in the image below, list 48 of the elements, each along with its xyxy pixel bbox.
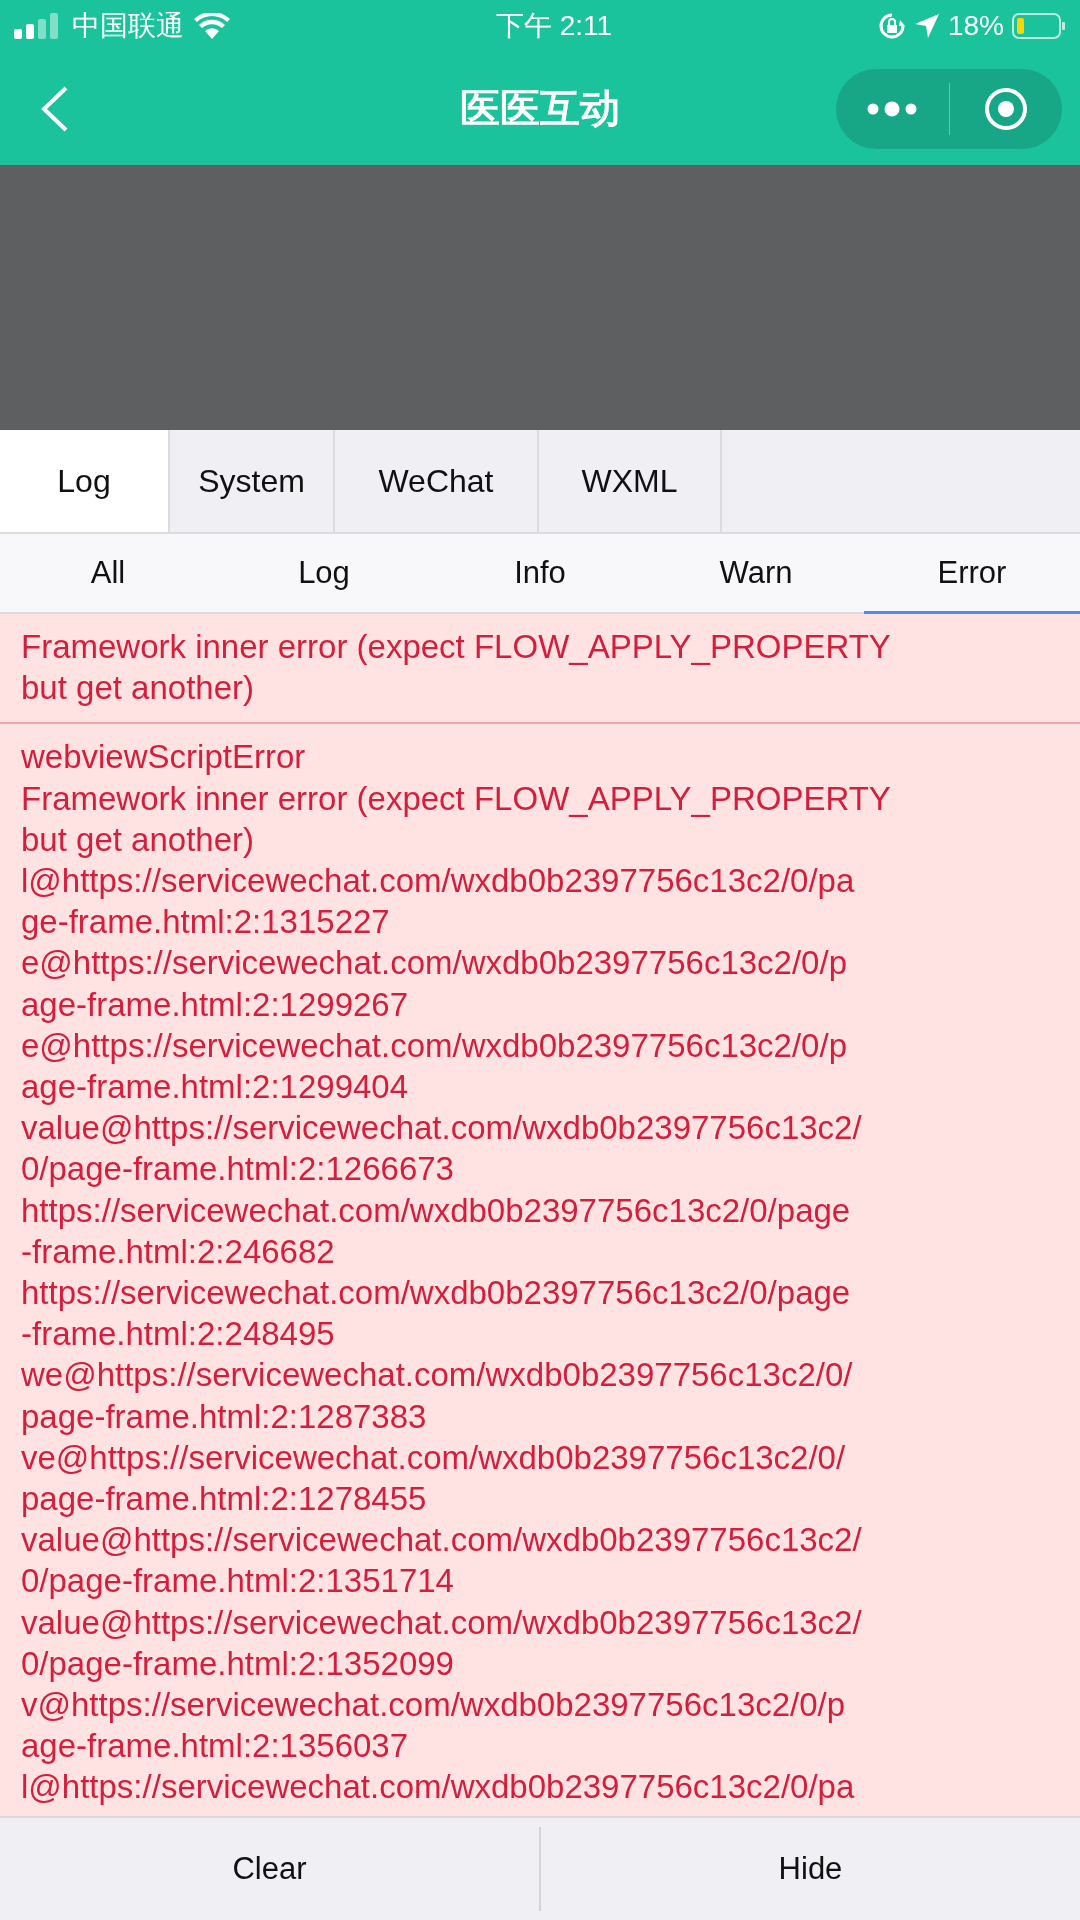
log-line: ge-frame.html:2:1315227 xyxy=(21,902,391,943)
log-line: l@https://servicewechat.com/wxdb0b2397756c13c2/0/pa xyxy=(21,1767,856,1808)
log-line: l@https://servicewechat.com/wxdb0b2397756c13c2/0/pa xyxy=(21,861,856,901)
log-line: 0/page-frame.html:2:1266673 xyxy=(21,1149,455,1190)
log-line: page-frame.html:2:1287383 xyxy=(21,1396,428,1437)
tab[interactable]: System xyxy=(170,430,335,532)
tab[interactable]: WeChat xyxy=(335,430,539,532)
log-line: Framework inner error (expect FLOW_APPLY_PROPERTY xyxy=(21,778,892,819)
log-line: value@https://servicewechat.com/wxdb0b2397756c13c2/ xyxy=(21,1520,863,1561)
clock-time: 下午 2:11 xyxy=(495,10,613,41)
more-icon[interactable] xyxy=(867,100,918,117)
log-line: 0/page-frame.html:2:1351714 xyxy=(21,1561,455,1602)
log-line: https://servicewechat.com/wxdb0b2397756c13c2/0/page xyxy=(21,1273,852,1314)
log-line: age-frame.html:2:1299404 xyxy=(21,1067,410,1108)
log-line: but get another) xyxy=(21,668,255,709)
log-line: v@https://servicewechat.com/wxdb0b2397756c13c2/0/p xyxy=(21,1685,847,1726)
battery-icon xyxy=(1012,13,1066,39)
tab[interactable]: WXML xyxy=(539,430,722,532)
log-line: but get another) xyxy=(21,819,255,860)
filter-tab[interactable]: Info xyxy=(432,534,648,614)
log-line: age-frame.html:2:1356037 xyxy=(21,1726,410,1767)
log-line: ve@https://servicewechat.com/wxdb0b2397756c13c2/0/ xyxy=(21,1437,847,1478)
close-icon[interactable] xyxy=(982,85,1029,132)
log-line: 0/page-frame.html:2:1352099 xyxy=(21,1643,455,1684)
log-line: page-frame.html:2:1278455 xyxy=(21,1479,428,1520)
tab[interactable]: Log xyxy=(0,430,170,532)
footer-button[interactable]: Clear xyxy=(0,1818,539,1920)
log-line: value@https://servicewechat.com/wxdb0b2397756c13c2/ xyxy=(21,1108,863,1149)
log-line: https://servicewechat.com/wxdb0b2397756c13c2/0/page xyxy=(21,1190,852,1231)
log-line: we@https://servicewechat.com/wxdb0b2397756c13c2/0/ xyxy=(21,1355,854,1396)
battery-percent: 18% xyxy=(947,10,1004,42)
footer-button[interactable]: Hide xyxy=(541,1818,1080,1920)
log-line: e@https://servicewechat.com/wxdb0b2397756c13c2/0/p xyxy=(21,943,848,984)
filter-tab[interactable]: All xyxy=(0,534,216,614)
log-line: webviewScriptError xyxy=(21,737,307,778)
log-line: age-frame.html:2:1299267 xyxy=(21,984,410,1025)
wifi-icon xyxy=(194,13,230,39)
filter-tab[interactable]: Warn xyxy=(648,534,864,614)
log-line: e@https://servicewechat.com/wxdb0b2397756c13c2/0/p xyxy=(21,1025,848,1066)
log-line: -frame.html:2:248495 xyxy=(21,1314,336,1355)
filter-tab[interactable]: Log xyxy=(216,534,432,614)
rotation-lock-icon xyxy=(877,12,906,40)
log-line: Framework inner error (expect FLOW_APPLY_PROPERTY xyxy=(21,627,892,667)
log-line: -frame.html:2:246682 xyxy=(21,1231,336,1272)
log-line: value@https://servicewechat.com/wxdb0b2397756c13c2/ xyxy=(21,1602,863,1643)
page-title: 医医互动 xyxy=(460,85,620,131)
carrier-name: 中国联通 xyxy=(72,9,184,43)
location-arrow-icon xyxy=(913,13,940,39)
